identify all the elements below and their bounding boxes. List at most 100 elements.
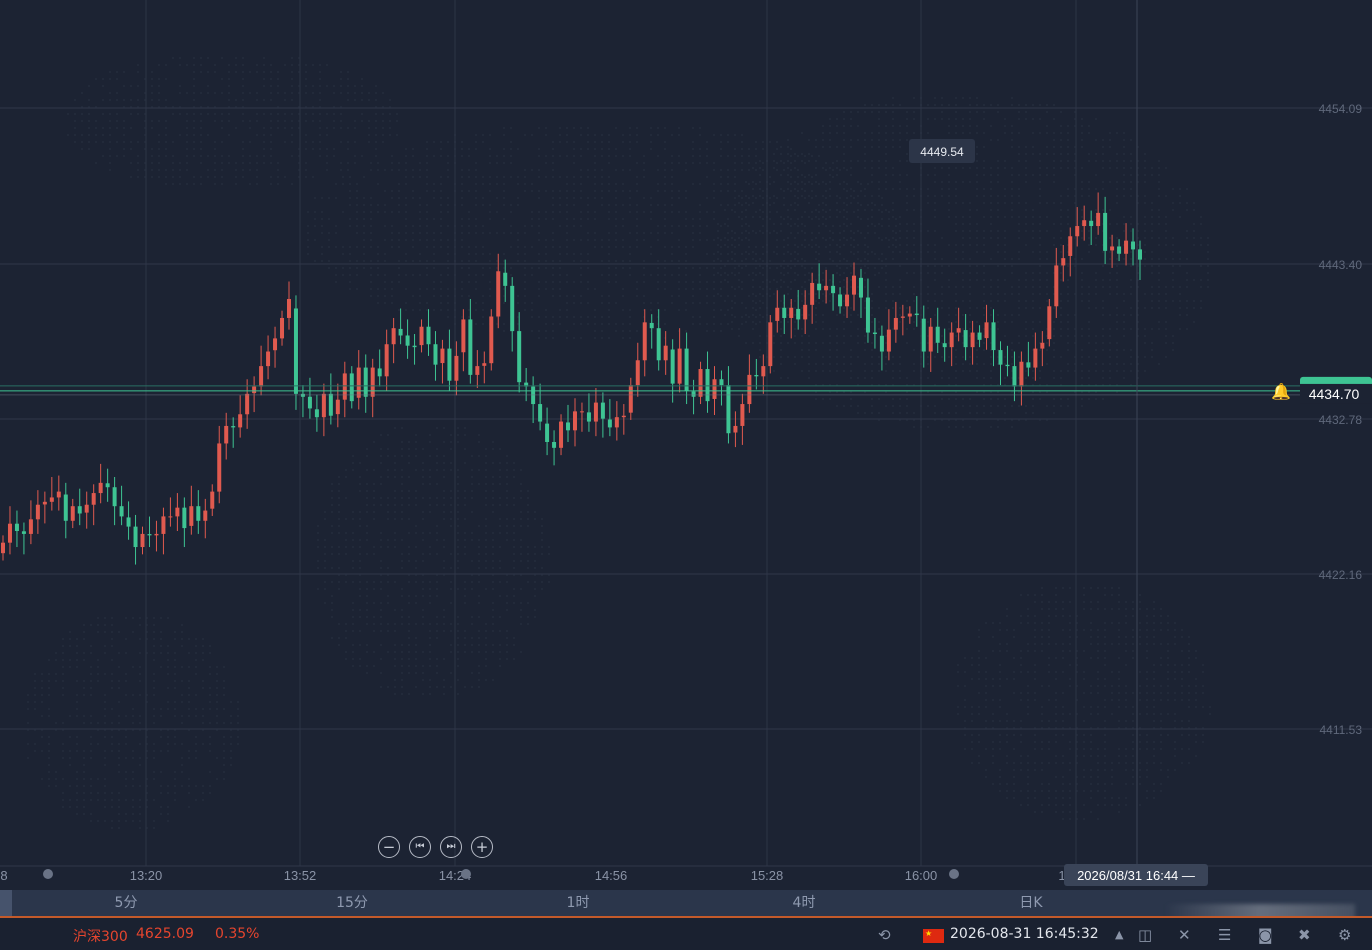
map-dot <box>1139 622 1141 624</box>
map-dot <box>615 204 617 206</box>
map-dot <box>962 230 964 232</box>
map-dot <box>787 167 789 169</box>
map-dot <box>978 636 980 638</box>
map-dot <box>780 153 782 155</box>
map-dot <box>324 539 326 541</box>
map-dot <box>878 363 880 365</box>
map-dot <box>1160 615 1162 617</box>
map-dot <box>443 630 445 632</box>
map-dot <box>724 272 726 274</box>
map-dot <box>485 658 487 660</box>
map-dot <box>242 113 244 115</box>
map-dot <box>601 302 603 304</box>
map-dot <box>137 113 139 115</box>
map-dot <box>962 286 964 288</box>
map-dot <box>123 134 125 136</box>
map-dot <box>1193 223 1195 225</box>
map-dot <box>615 260 617 262</box>
map-dot <box>436 532 438 534</box>
map-dot <box>1097 762 1099 764</box>
map-dot <box>885 160 887 162</box>
map-dot <box>1144 181 1146 183</box>
map-dot <box>1153 706 1155 708</box>
map-dot <box>566 218 568 220</box>
map-dot <box>391 190 393 192</box>
map-dot <box>1069 664 1071 666</box>
map-dot <box>319 99 321 101</box>
map-dot <box>1174 713 1176 715</box>
map-dot <box>1160 790 1162 792</box>
map-dot <box>976 356 978 358</box>
map-dot <box>263 78 265 80</box>
map-dot <box>1004 363 1006 365</box>
map-dot <box>1125 622 1127 624</box>
map-dot <box>552 316 554 318</box>
map-dot <box>1179 314 1181 316</box>
map-dot <box>426 274 428 276</box>
map-dot <box>906 405 908 407</box>
map-dot <box>1146 643 1148 645</box>
map-dot <box>1188 650 1190 652</box>
map-dot <box>1011 272 1013 274</box>
map-dot <box>1048 657 1050 659</box>
map-dot <box>352 539 354 541</box>
map-dot <box>1004 279 1006 281</box>
map-dot <box>857 202 859 204</box>
map-dot <box>1165 356 1167 358</box>
map-dot <box>1053 174 1055 176</box>
map-dot <box>1132 762 1134 764</box>
map-dot <box>643 232 645 234</box>
map-dot <box>857 412 859 414</box>
map-dot <box>1188 657 1190 659</box>
map-dot <box>1067 405 1069 407</box>
map-dot <box>1041 720 1043 722</box>
map-dot <box>759 314 761 316</box>
map-dot <box>1104 783 1106 785</box>
map-dot <box>352 455 354 457</box>
map-dot <box>307 232 309 234</box>
map-dot <box>769 267 771 269</box>
map-dot <box>678 225 680 227</box>
map-dot <box>398 197 400 199</box>
map-dot <box>580 176 582 178</box>
map-dot <box>520 553 522 555</box>
map-dot <box>513 567 515 569</box>
map-dot <box>366 448 368 450</box>
map-dot <box>482 246 484 248</box>
map-dot <box>419 225 421 227</box>
map-dot <box>538 155 540 157</box>
map-dot <box>874 225 876 227</box>
map-dot <box>685 253 687 255</box>
map-dot <box>1123 216 1125 218</box>
map-dot <box>1027 797 1029 799</box>
map-dot <box>321 225 323 227</box>
map-dot <box>531 225 533 227</box>
map-dot <box>429 588 431 590</box>
map-dot <box>1020 755 1022 757</box>
map-dot <box>503 127 505 129</box>
map-dot <box>881 211 883 213</box>
map-dot <box>962 244 964 246</box>
map-dot <box>1032 132 1034 134</box>
map-dot <box>394 504 396 506</box>
map-dot <box>1167 776 1169 778</box>
map-dot <box>1011 188 1013 190</box>
map-dot <box>983 279 985 281</box>
map-dot <box>657 281 659 283</box>
map-dot <box>815 167 817 169</box>
map-dot <box>1088 244 1090 246</box>
map-dot <box>1165 328 1167 330</box>
map-dot <box>706 197 708 199</box>
map-dot <box>492 511 494 513</box>
map-dot <box>1090 587 1092 589</box>
map-dot <box>1041 685 1043 687</box>
map-dot <box>850 125 852 127</box>
candlestick-chart[interactable]: 4454.094443.404432.784422.164411.538 13:2… <box>0 0 1372 886</box>
map-dot <box>1067 279 1069 281</box>
map-dot <box>885 146 887 148</box>
map-dot <box>524 260 526 262</box>
map-dot <box>1160 783 1162 785</box>
map-dot <box>1132 608 1134 610</box>
map-dot <box>186 113 188 115</box>
map-dot <box>1102 279 1104 281</box>
